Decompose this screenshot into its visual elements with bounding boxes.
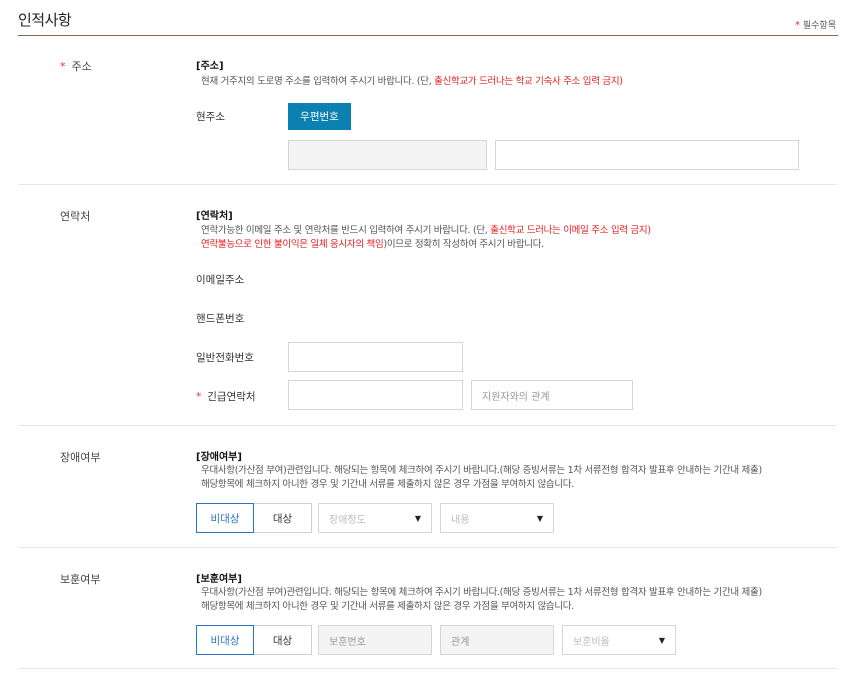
address-description: 현재 거주지의 도로명 주소를 입력하여 주시기 바랍니다. (단, 출신학교가… xyxy=(201,76,623,87)
zip-code-field[interactable] xyxy=(288,140,487,170)
disability-description-1: 우대사항(가산점 부여)관련입니다. 해당되는 항목에 체크하여 주시기 바랍니… xyxy=(201,465,762,476)
address-section-label: * 주소 xyxy=(60,58,92,74)
veteran-heading: [보훈여부] xyxy=(196,574,242,585)
zip-code-button[interactable]: 우편번호 xyxy=(288,103,351,130)
disability-content-select[interactable]: 내용 ▼ xyxy=(440,503,554,533)
dropdown-arrow-icon: ▼ xyxy=(536,513,543,523)
veteran-relation-input[interactable]: 관계 xyxy=(440,625,554,655)
mobile-label: 핸드폰번호 xyxy=(196,313,245,325)
required-star-icon: * xyxy=(196,391,202,403)
section-divider xyxy=(18,547,836,548)
veteran-number-input[interactable]: 보훈번호 xyxy=(318,625,432,655)
current-address-label: 현주소 xyxy=(196,111,225,123)
veteran-not-applicable-option[interactable]: 비대상 xyxy=(196,625,254,655)
email-label: 이메일주소 xyxy=(196,274,245,286)
disability-applicable-option[interactable]: 대상 xyxy=(254,503,312,533)
required-star-icon: * xyxy=(795,20,800,31)
dropdown-arrow-icon: ▼ xyxy=(658,635,665,645)
address-detail-field[interactable] xyxy=(495,140,799,170)
veteran-description-2: 해당항목에 체크하지 아니한 경우 및 기간내 서류를 제출하지 않은 경우 가… xyxy=(201,601,574,612)
required-legend: * 필수항목 xyxy=(795,18,836,31)
phone-input[interactable] xyxy=(288,342,463,372)
section-divider xyxy=(18,425,836,426)
veteran-description-1: 우대사항(가산점 부여)관련입니다. 해당되는 항목에 체크하여 주시기 바랍니… xyxy=(201,587,762,598)
section-divider xyxy=(18,184,836,185)
address-label-text: 주소 xyxy=(71,60,92,73)
disability-not-applicable-option[interactable]: 비대상 xyxy=(196,503,254,533)
disability-description-2: 해당항목에 체크하지 아니한 경우 및 기간내 서류를 제출하지 않은 경우 가… xyxy=(201,479,574,490)
address-heading: [주소] xyxy=(196,61,224,72)
disability-section-label: 장애여부 xyxy=(60,451,101,464)
required-star-icon: * xyxy=(60,60,66,73)
contact-heading: [연락처] xyxy=(196,211,233,222)
page-title: 인적사항 xyxy=(18,11,72,29)
title-divider xyxy=(18,35,838,36)
relation-input[interactable]: 지원자와의 관계 xyxy=(471,380,633,410)
emergency-contact-label: * 긴급연락처 xyxy=(196,391,256,403)
emergency-contact-input[interactable] xyxy=(288,380,463,410)
section-divider xyxy=(18,668,836,669)
veteran-ratio-select[interactable]: 보훈비율 ▼ xyxy=(562,625,676,655)
phone-label: 일반전화번호 xyxy=(196,352,254,364)
contact-section-label: 연락처 xyxy=(60,210,91,223)
veteran-section-label: 보훈여부 xyxy=(60,573,101,586)
veteran-applicable-option[interactable]: 대상 xyxy=(254,625,312,655)
disability-toggle: 비대상 대상 xyxy=(196,503,312,533)
disability-degree-select[interactable]: 장애정도 ▼ xyxy=(318,503,432,533)
contact-description-2: 연락불능으로 인한 불이익은 일체 응시자의 책임)이므로 정확히 작성하여 주… xyxy=(201,239,544,250)
veteran-toggle: 비대상 대상 xyxy=(196,625,312,655)
contact-description-1: 연락가능한 이메일 주소 및 연락처를 반드시 입력하여 주시기 바랍니다. (… xyxy=(201,225,651,236)
required-legend-label: 필수항목 xyxy=(802,21,836,31)
dropdown-arrow-icon: ▼ xyxy=(414,513,421,523)
disability-heading: [장애여부] xyxy=(196,452,242,463)
